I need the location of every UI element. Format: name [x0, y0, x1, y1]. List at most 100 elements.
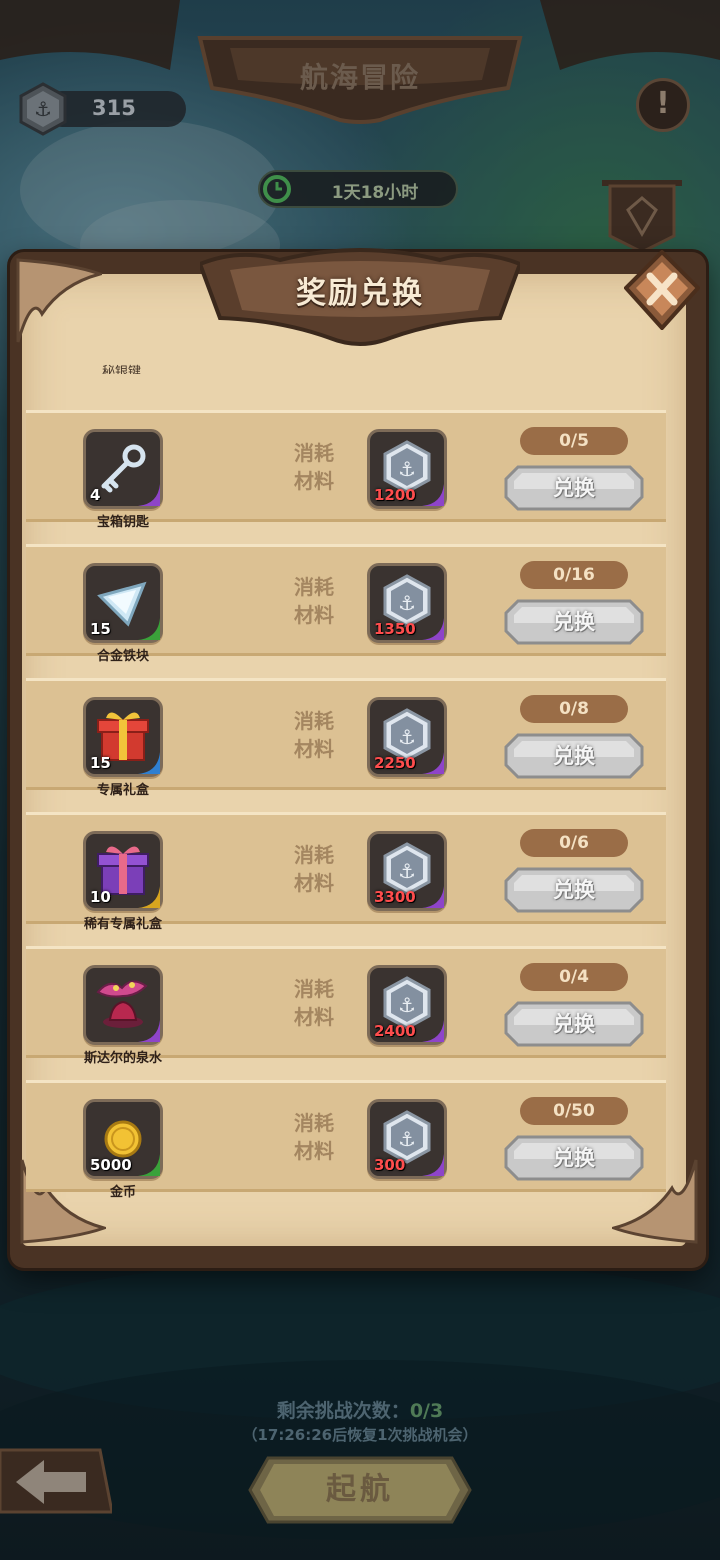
- exchange-button[interactable]: 兑换: [504, 1001, 644, 1047]
- currency-amount: 315: [92, 96, 136, 120]
- screen: 航海冒险 ⚓ 315 ! 1天18小时 奖励兑换 秘银键 4 宝箱钥匙 消耗 材…: [0, 0, 720, 1560]
- rarity-corner: [422, 752, 444, 774]
- exchange-row: 斯达尔的泉水 消耗 材料 ⚓ 2400 0/4 兑换: [26, 946, 666, 1066]
- cost-label-line2: 材料: [294, 871, 334, 895]
- rarity-corner: [138, 1154, 160, 1176]
- reward-item-slot[interactable]: 10: [83, 831, 163, 911]
- material-cost: 1350: [374, 620, 416, 638]
- exchange-row: 4 宝箱钥匙 消耗材料 ⚓ 1200 0/5 兑换: [26, 410, 666, 530]
- item-name: 稀有专属礼盒: [83, 917, 162, 932]
- cost-label-line1: 消耗: [294, 1111, 334, 1135]
- material-cost: 2250: [374, 754, 416, 772]
- exchange-button-label: 兑换: [553, 610, 595, 634]
- corner-ornament: [16, 258, 102, 343]
- cost-label: 消耗 材料: [284, 439, 344, 495]
- cost-label-line2: 材料: [294, 603, 334, 627]
- exchange-button-label: 兑换: [553, 878, 595, 902]
- item-quantity: 15: [90, 754, 111, 772]
- rarity-corner: [138, 886, 160, 908]
- rarity-corner: [138, 618, 160, 640]
- exchange-button[interactable]: 兑换: [504, 733, 644, 779]
- rarity-corner: [138, 1020, 160, 1042]
- dialog-title: 奖励兑换: [296, 276, 424, 311]
- svg-text:⚓: ⚓: [398, 591, 416, 615]
- reward-item-slot[interactable]: [83, 965, 163, 1045]
- svg-text:⚓: ⚓: [398, 725, 416, 749]
- material-cost: 300: [374, 1156, 406, 1174]
- remaining-attempts: 剩余挑战次数：0/3: [0, 1396, 720, 1423]
- exchange-button[interactable]: 兑换: [504, 599, 644, 645]
- cost-label: 消耗 材料: [284, 707, 344, 763]
- svg-text:⚓: ⚓: [34, 97, 52, 121]
- exchange-row: 5000 金币 消耗材料 ⚓ 300 0/50 兑换: [26, 1080, 666, 1200]
- exchange-button[interactable]: 兑换: [504, 1135, 644, 1181]
- cost-label: 消耗 材料: [284, 975, 344, 1031]
- item-name: 合金铁块: [96, 649, 149, 664]
- exchange-limit: 0/16: [520, 561, 628, 589]
- material-slot[interactable]: ⚓ 2250: [367, 697, 447, 777]
- item-name: 斯达尔的泉水: [83, 1051, 162, 1066]
- material-slot[interactable]: ⚓ 3300: [367, 831, 447, 911]
- reward-item-slot[interactable]: 5000: [83, 1099, 163, 1179]
- cost-label-line1: 消耗: [294, 575, 334, 599]
- item-quantity: 15: [90, 620, 111, 638]
- material-slot[interactable]: ⚓ 1200: [367, 429, 447, 509]
- rank-banner-icon[interactable]: [598, 176, 686, 256]
- exchange-button[interactable]: 兑换: [504, 465, 644, 511]
- material-slot[interactable]: ⚓ 1350: [367, 563, 447, 643]
- svg-text:⚓: ⚓: [398, 457, 416, 481]
- exchange-limit: 0/5: [520, 427, 628, 455]
- rarity-corner: [422, 1020, 444, 1042]
- rarity-corner: [422, 618, 444, 640]
- cost-label-line2: 材料: [294, 737, 334, 761]
- cost-label-line2: 材料: [294, 1005, 334, 1029]
- exchange-limit: 0/4: [520, 963, 628, 991]
- close-button[interactable]: [624, 250, 700, 330]
- cost-label-line1: 消耗: [294, 709, 334, 733]
- item-name: 金币: [109, 1185, 136, 1200]
- exchange-limit: 0/50: [520, 1097, 628, 1125]
- exchange-row: 15 专属礼盒 消耗材料 ⚓ 2250 0/8 兑换: [26, 678, 666, 798]
- exchange-button-label: 兑换: [553, 1012, 595, 1036]
- exchange-limit: 0/8: [520, 695, 628, 723]
- set-sail-button[interactable]: 起航: [248, 1454, 472, 1526]
- item-quantity: 5000: [90, 1156, 132, 1174]
- cost-label-line2: 材料: [294, 1139, 334, 1163]
- remaining-value: 0/3: [409, 1400, 444, 1422]
- page-title: 航海冒险: [299, 61, 420, 94]
- exchange-button[interactable]: 兑换: [504, 867, 644, 913]
- rarity-corner: [422, 484, 444, 506]
- reward-item-slot[interactable]: 15: [83, 697, 163, 777]
- back-button[interactable]: [0, 1440, 112, 1522]
- exchange-limit: 0/6: [520, 829, 628, 857]
- material-cost: 3300: [374, 888, 416, 906]
- cost-label: 消耗 材料: [284, 1109, 344, 1165]
- cost-label-line1: 消耗: [294, 843, 334, 867]
- svg-text:⚓: ⚓: [398, 1127, 416, 1151]
- material-cost: 2400: [374, 1022, 416, 1040]
- cost-label: 消耗 材料: [284, 573, 344, 629]
- material-slot[interactable]: ⚓ 2400: [367, 965, 447, 1045]
- material-slot[interactable]: ⚓ 300: [367, 1099, 447, 1179]
- cost-label-line2: 材料: [294, 469, 334, 493]
- info-button[interactable]: !: [636, 78, 690, 132]
- timer-text: 1天18小时: [331, 183, 419, 203]
- item-name: 专属礼盒: [96, 783, 149, 798]
- clock-icon: [263, 175, 291, 203]
- item-quantity: 10: [90, 888, 111, 906]
- material-cost: 1200: [374, 486, 416, 504]
- exchange-row: 10 稀有专属礼盒 消耗材料 ⚓ 3300 0/6 兑换: [26, 812, 666, 932]
- exchange-button-label: 兑换: [553, 1146, 595, 1170]
- svg-text:⚓: ⚓: [398, 993, 416, 1017]
- rarity-corner: [138, 752, 160, 774]
- svg-text:⚓: ⚓: [398, 859, 416, 883]
- cost-label-line1: 消耗: [294, 441, 334, 465]
- reward-item-slot[interactable]: 15: [83, 563, 163, 643]
- remaining-label: 剩余挑战次数：: [276, 1400, 410, 1422]
- reward-item-slot[interactable]: 4: [83, 429, 163, 509]
- exchange-row: 15 合金铁块 消耗材料 ⚓ 1350 0/16 兑换: [26, 544, 666, 664]
- exchange-list[interactable]: 秘银键 4 宝箱钥匙 消耗 材料 ⚓ 1200 0/5 兑换 15 合金铁块 消…: [26, 352, 666, 1216]
- set-sail-label: 起航: [326, 1472, 394, 1507]
- item-quantity: 4: [90, 486, 101, 504]
- item-name: 宝箱钥匙: [96, 515, 149, 530]
